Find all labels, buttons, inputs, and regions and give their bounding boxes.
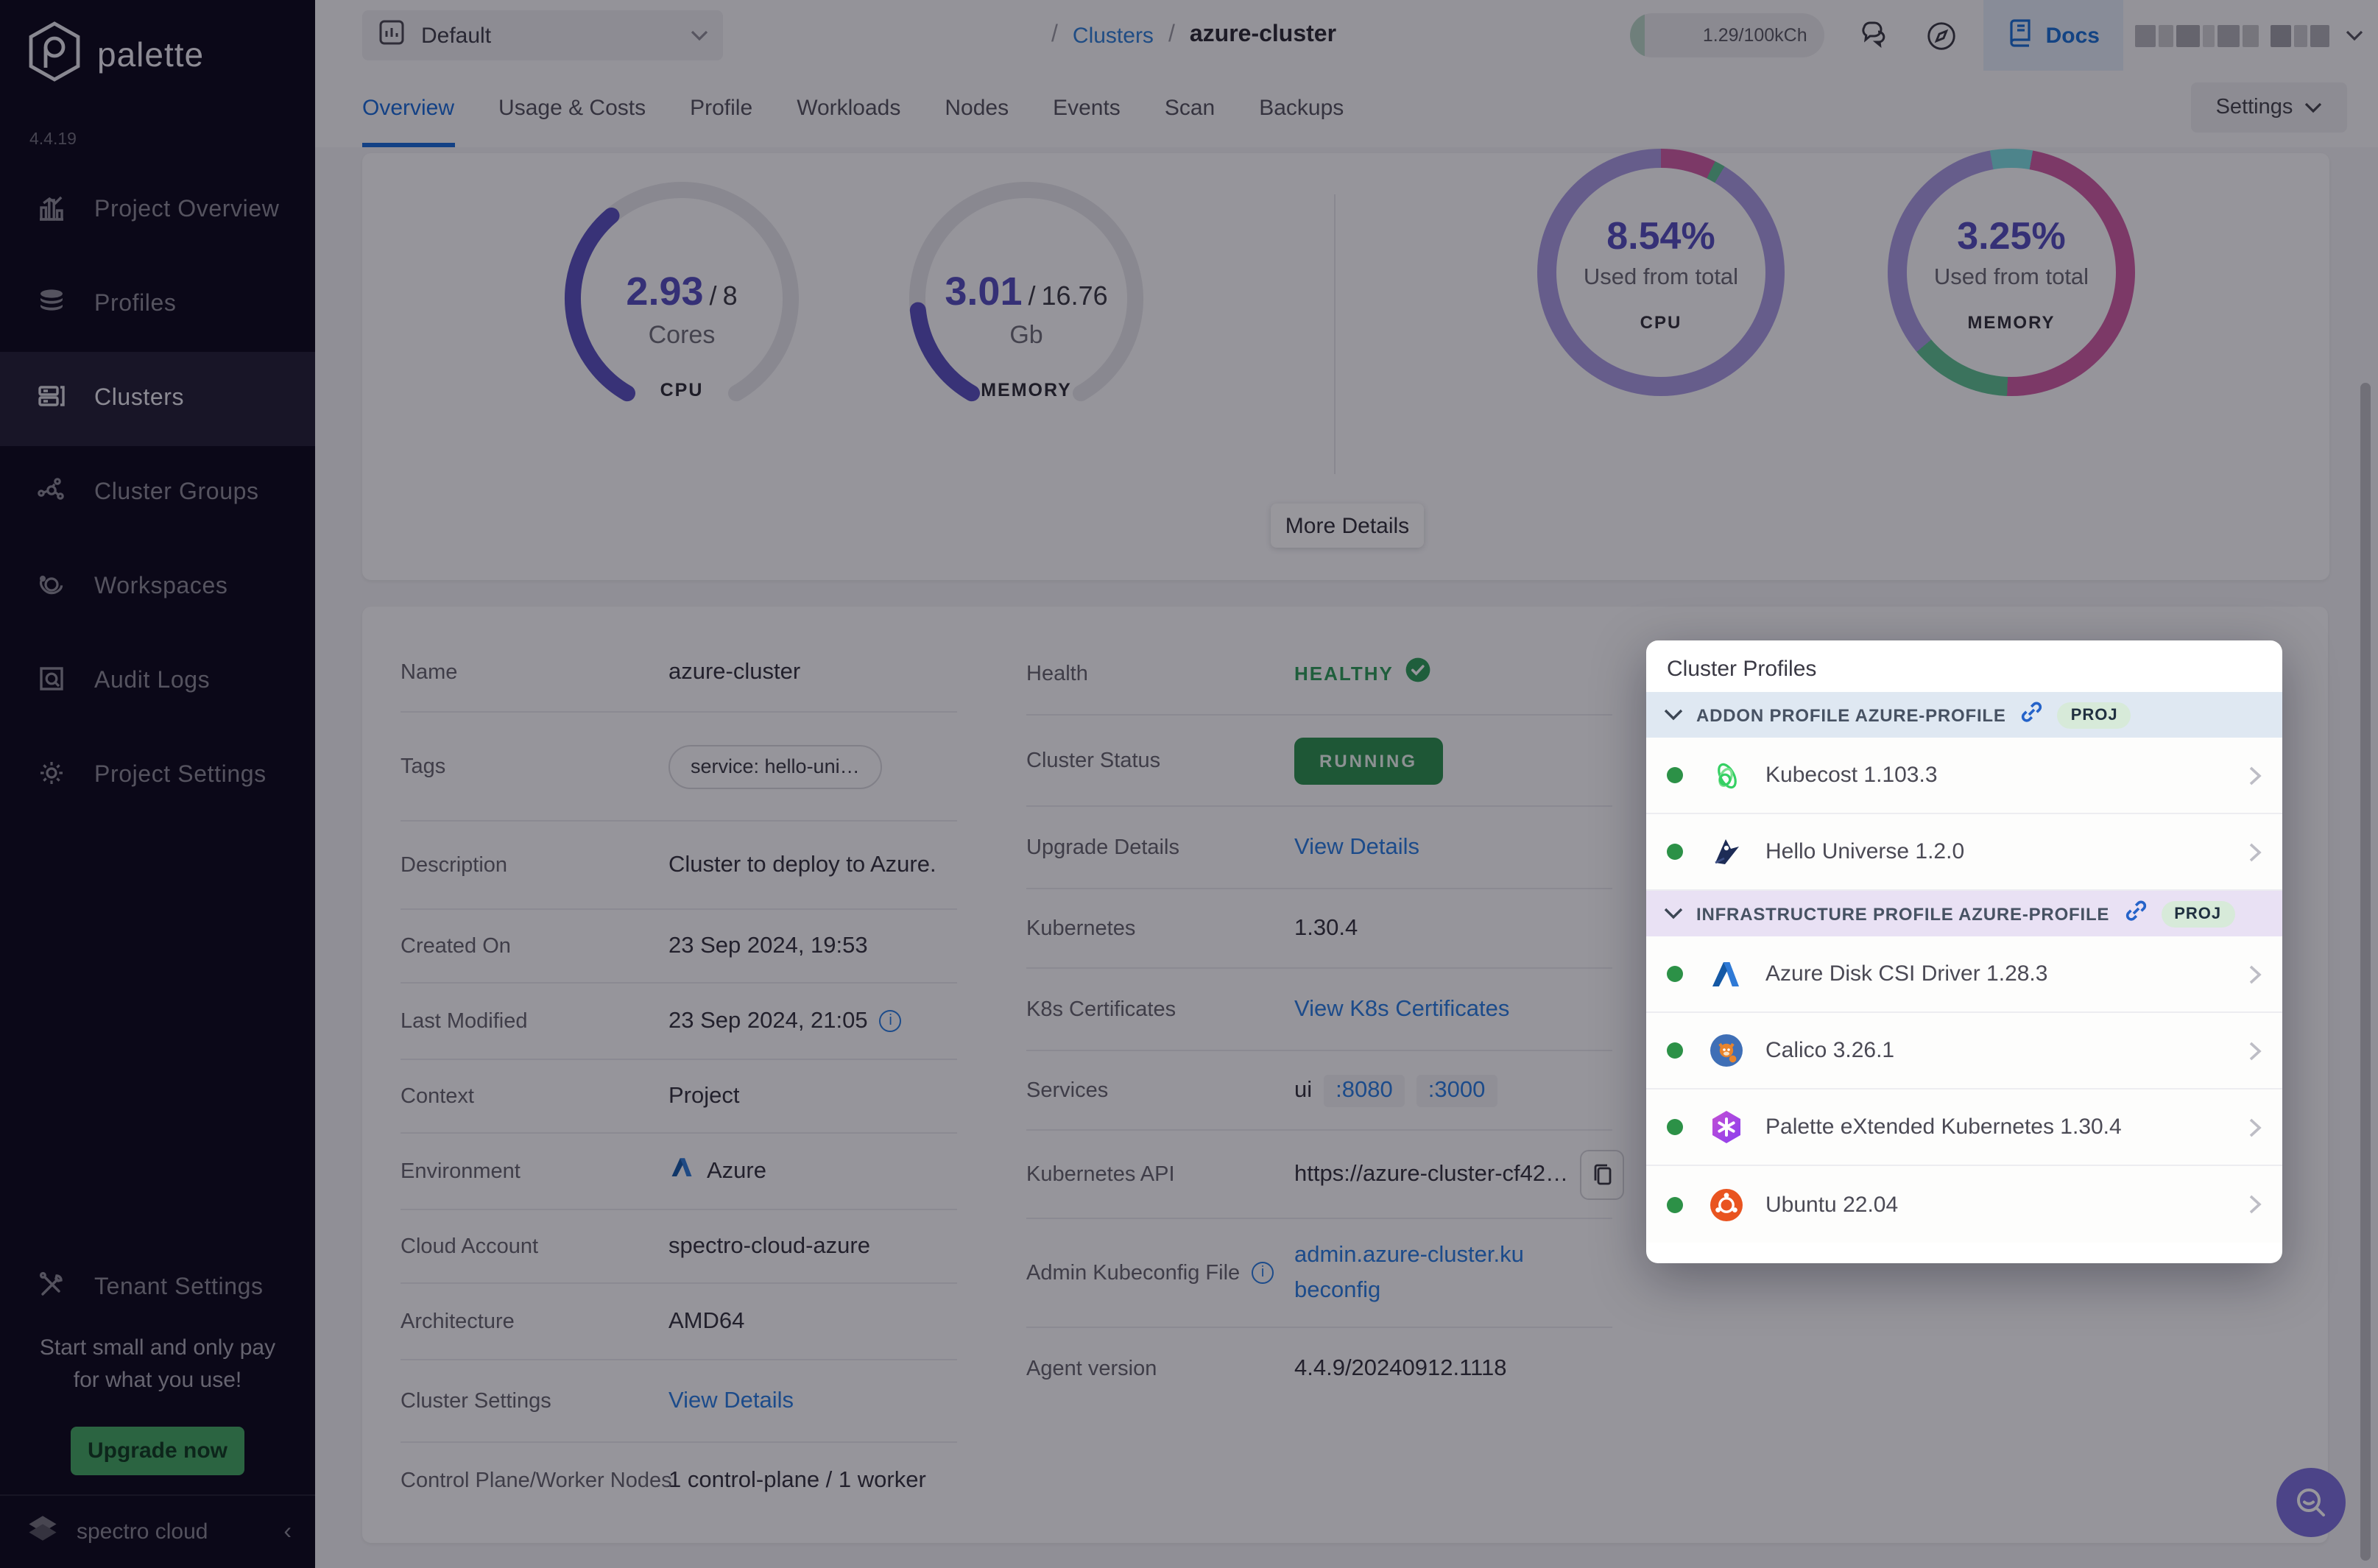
scope-badge: PROJ (2058, 702, 2131, 728)
profile-layer-kubecost[interactable]: Kubecost 1.103.3 (1646, 738, 2282, 814)
profile-layer-hello-universe[interactable]: Hello Universe 1.2.0 (1646, 814, 2282, 891)
status-dot (1667, 1196, 1683, 1212)
profile-layer-azure-disk-csi[interactable]: Azure Disk CSI Driver 1.28.3 (1646, 936, 2282, 1013)
chevron-right-icon (2248, 1040, 2262, 1061)
link-icon (2123, 897, 2148, 930)
addon-profile-header[interactable]: ADDON PROFILE AZURE-PROFILE PROJ (1646, 692, 2282, 738)
chevron-down-icon (1664, 708, 1683, 721)
chevron-right-icon (2248, 765, 2262, 785)
panel-title: Cluster Profiles (1646, 640, 2282, 692)
chevron-right-icon (2248, 841, 2262, 862)
cluster-profiles-panel: Cluster Profiles ADDON PROFILE AZURE-PRO… (1646, 640, 2282, 1263)
infrastructure-profile-header[interactable]: INFRASTRUCTURE PROFILE AZURE-PROFILE PRO… (1646, 891, 2282, 936)
chevron-down-icon (1664, 907, 1683, 920)
link-icon (2019, 699, 2044, 731)
profile-layer-ubuntu[interactable]: Ubuntu 22.04 (1646, 1166, 2282, 1243)
chevron-right-icon (2248, 1194, 2262, 1215)
calico-icon (1707, 1031, 1745, 1070)
status-dot (1667, 1119, 1683, 1135)
azure-icon (1707, 955, 1745, 993)
ubuntu-icon (1707, 1185, 1745, 1223)
scope-badge: PROJ (2161, 900, 2234, 927)
status-dot (1667, 767, 1683, 783)
chevron-right-icon (2248, 964, 2262, 984)
status-dot (1667, 844, 1683, 860)
pxk-hexagon-icon (1707, 1108, 1745, 1146)
status-dot (1667, 966, 1683, 982)
profile-layer-palette-extended-k8s[interactable]: Palette eXtended Kubernetes 1.30.4 (1646, 1090, 2282, 1166)
profile-layer-calico[interactable]: Calico 3.26.1 (1646, 1013, 2282, 1090)
kubecost-icon (1707, 756, 1745, 794)
status-dot (1667, 1042, 1683, 1059)
chevron-right-icon (2248, 1117, 2262, 1137)
hello-universe-icon (1707, 833, 1745, 871)
app-root: palette 4.4.19 Project Overview Profiles (0, 0, 2378, 1568)
